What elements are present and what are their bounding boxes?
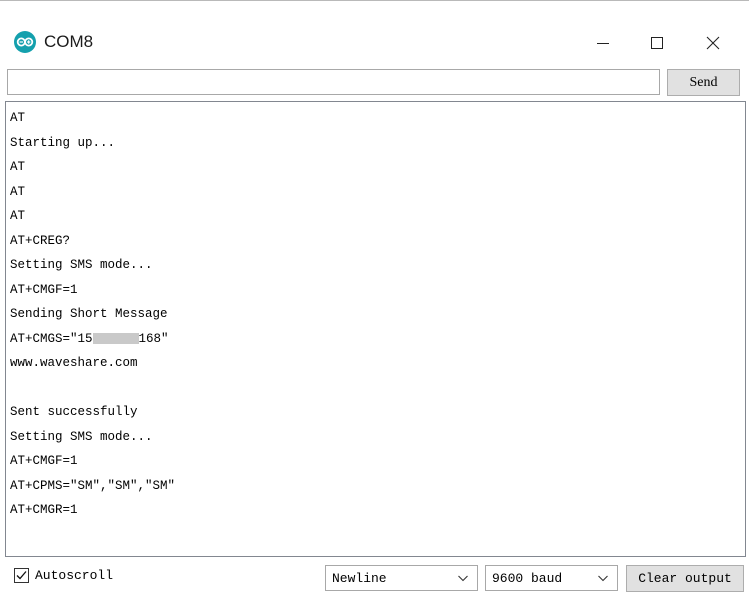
line-ending-select[interactable]: Newline: [325, 565, 478, 591]
autoscroll-checkbox[interactable]: [14, 568, 29, 583]
output-line: AT+CREG?: [10, 234, 71, 248]
bottom-toolbar: Autoscroll Newline 9600 baud Clear outpu…: [0, 563, 749, 593]
close-icon: [706, 36, 720, 50]
output-line: www.waveshare.com: [10, 356, 138, 370]
maximize-icon: [651, 37, 663, 49]
output-line: Sending Short Message: [10, 307, 168, 321]
serial-output-area[interactable]: AT Starting up... AT AT AT AT+CREG? Sett…: [5, 101, 746, 557]
output-line: AT+CMGF=1: [10, 454, 78, 468]
arduino-icon: [14, 31, 36, 53]
output-line: AT+CMGS="15 168": [10, 327, 169, 352]
title-bar[interactable]: COM8: [0, 23, 749, 67]
output-line: Setting SMS mode...: [10, 258, 153, 272]
serial-monitor-window: COM8 Send AT Starting up... AT AT AT AT+…: [0, 0, 749, 600]
output-line: AT: [10, 209, 26, 223]
output-line: AT+CMGF=1: [10, 283, 78, 297]
checkmark-icon: [16, 571, 27, 580]
baud-rate-value: 9600 baud: [492, 570, 563, 586]
redacted-phone-number: [92, 333, 139, 345]
serial-command-input[interactable]: [7, 69, 660, 95]
output-line-text: AT+CMGS="15: [10, 332, 93, 346]
output-line: AT+CMGR=1: [10, 503, 78, 517]
output-line: AT: [10, 185, 26, 199]
chevron-down-icon: [598, 575, 608, 582]
output-line-suffix: 168": [138, 332, 169, 346]
autoscroll-toggle[interactable]: Autoscroll: [14, 568, 113, 583]
line-ending-value: Newline: [332, 570, 387, 586]
send-button[interactable]: Send: [667, 69, 740, 96]
close-button[interactable]: [690, 23, 736, 63]
output-line: Setting SMS mode...: [10, 430, 153, 444]
clear-output-button[interactable]: Clear output: [626, 565, 744, 592]
maximize-button[interactable]: [634, 23, 680, 63]
minimize-button[interactable]: [580, 23, 626, 63]
window-title: COM8: [44, 32, 94, 51]
output-line: AT: [10, 160, 26, 174]
output-line: AT+CPMS="SM","SM","SM": [10, 479, 176, 493]
output-line: Sent successfully: [10, 405, 138, 419]
baud-rate-select[interactable]: 9600 baud: [485, 565, 618, 591]
chevron-down-icon: [458, 575, 468, 582]
output-line: Starting up...: [10, 136, 116, 150]
autoscroll-label: Autoscroll: [35, 568, 114, 583]
minimize-icon: [597, 43, 609, 44]
send-row: Send: [0, 67, 749, 101]
output-line: AT: [10, 111, 26, 125]
